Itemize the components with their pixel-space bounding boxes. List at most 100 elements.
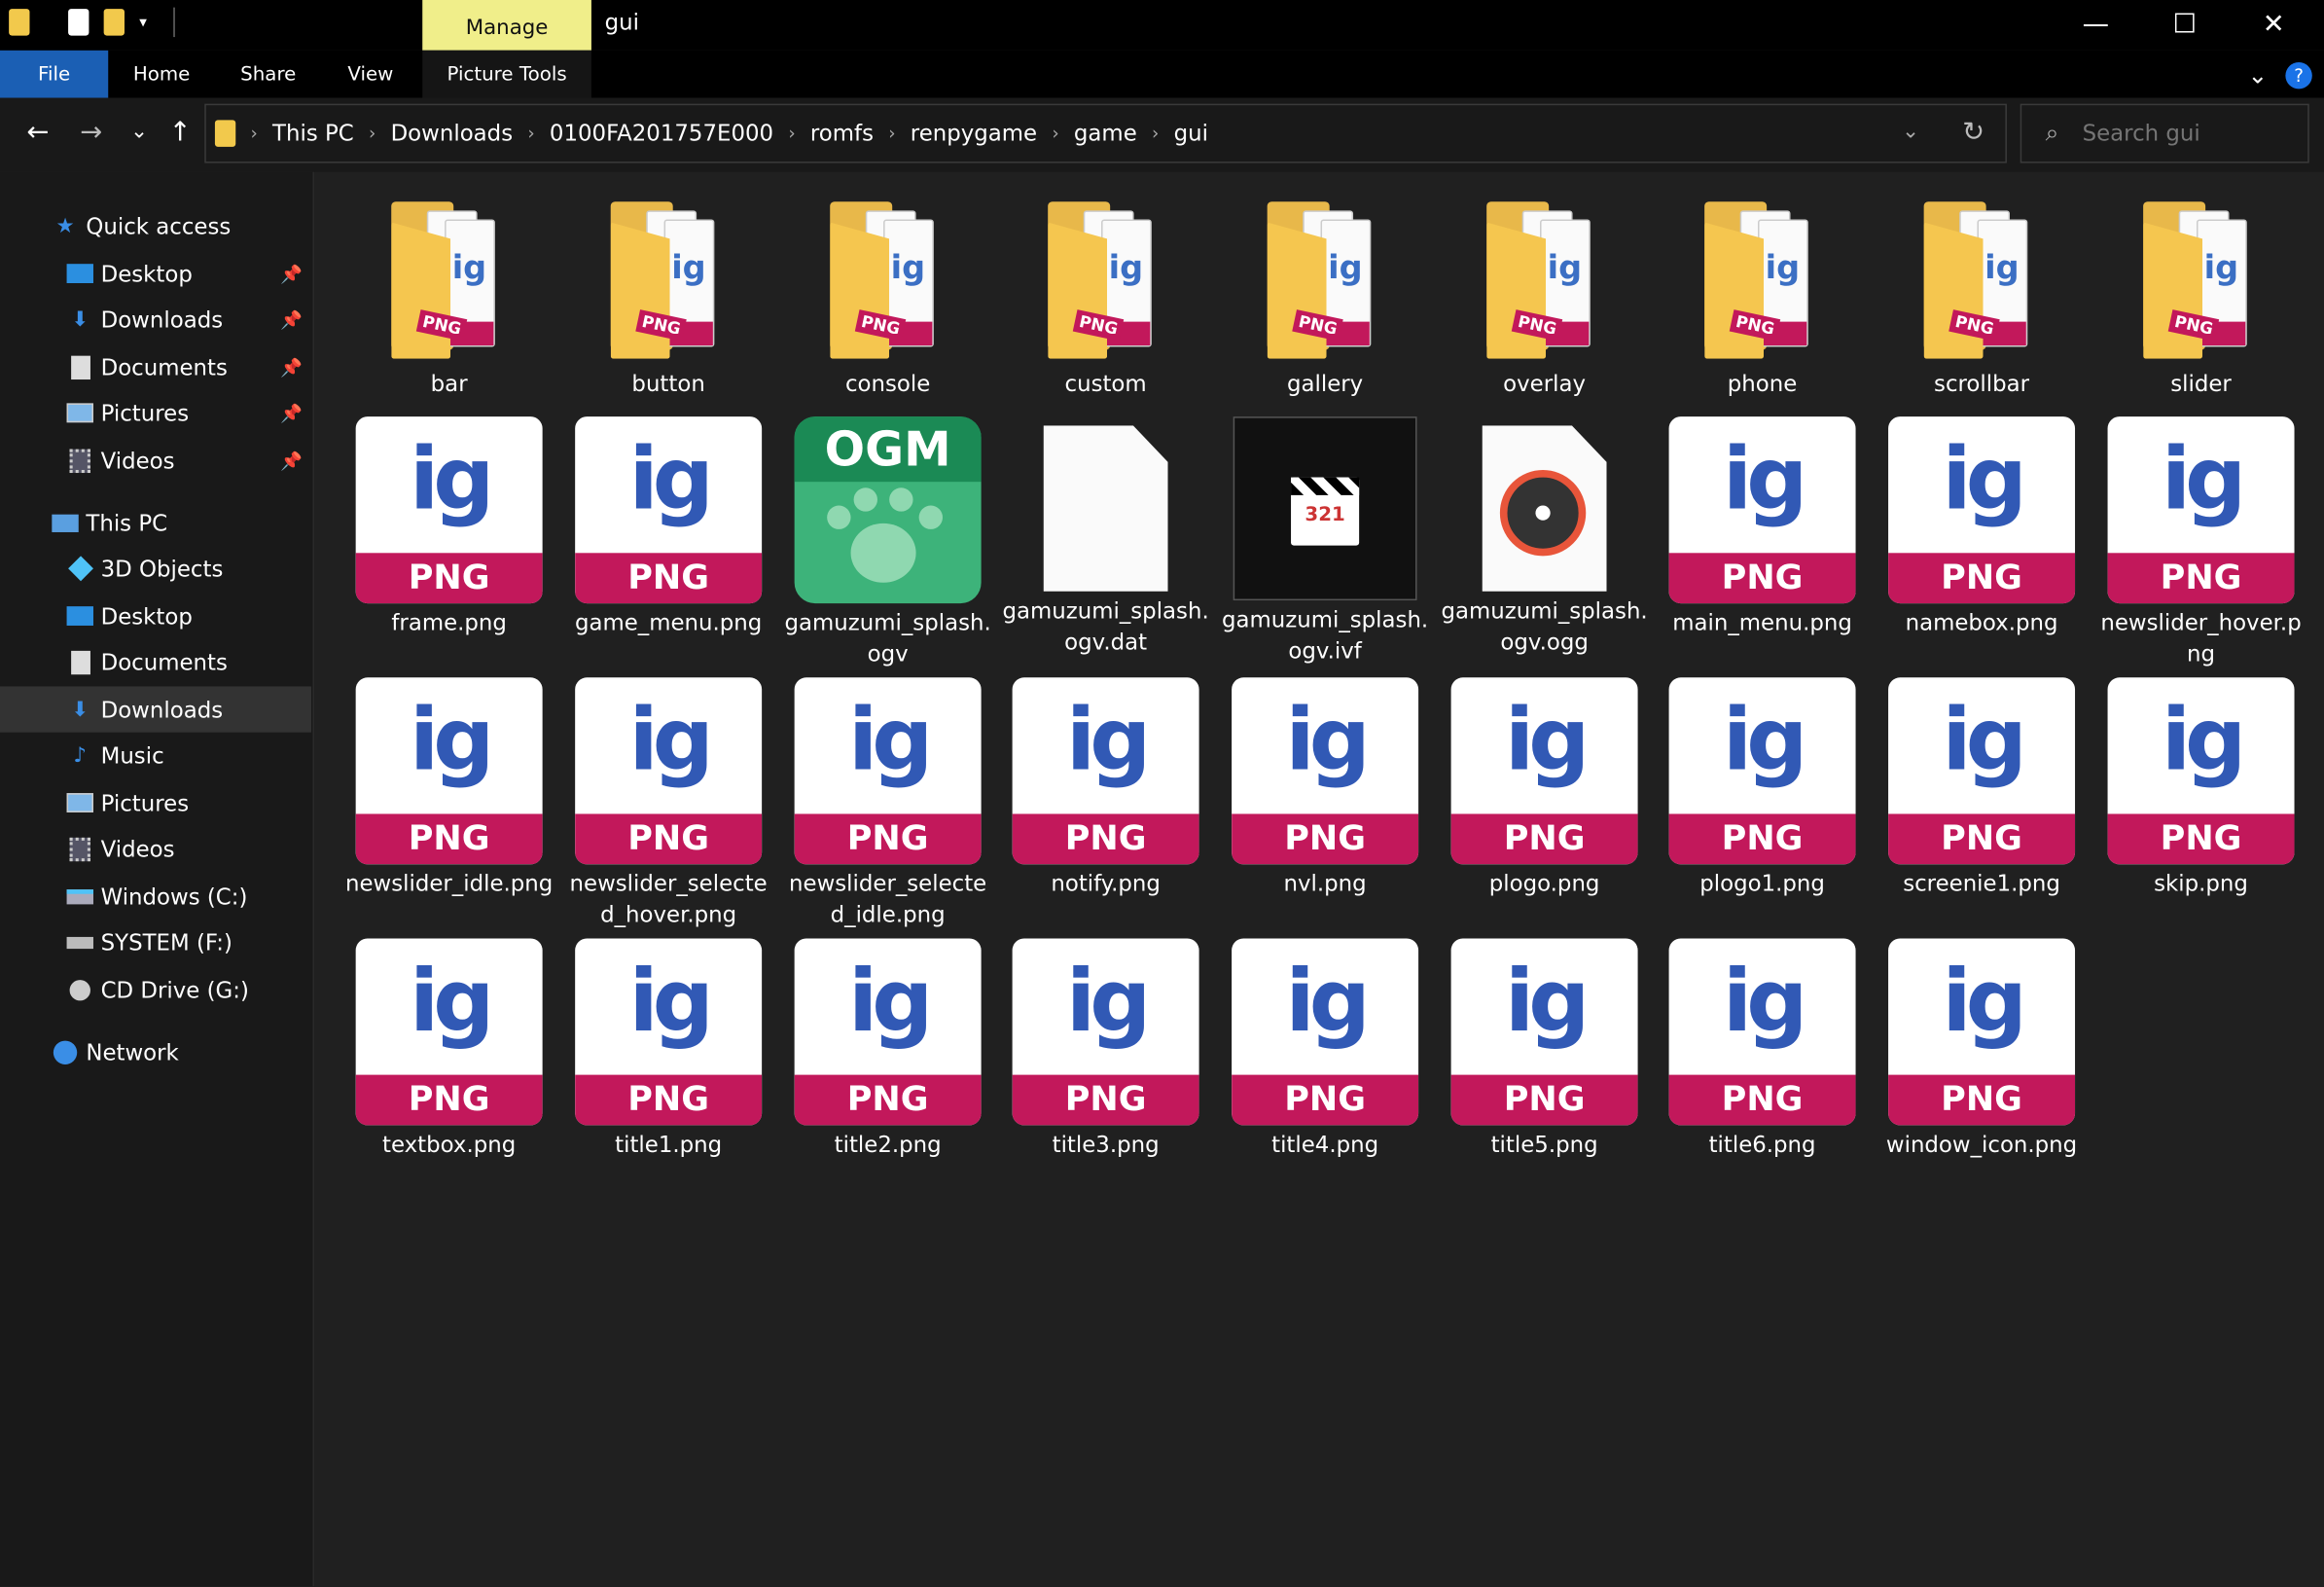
tab-home[interactable]: Home	[116, 51, 207, 98]
crumb-romfs[interactable]: romfs	[810, 120, 874, 146]
chevron-right-icon[interactable]: ›	[788, 123, 795, 143]
tab-share[interactable]: Share	[223, 51, 314, 98]
pin-icon[interactable]: 📌	[280, 403, 303, 423]
file-item[interactable]: ig PNG plogo.png	[1439, 677, 1649, 900]
folder-item[interactable]: igigPNG gallery	[1220, 198, 1430, 400]
file-item[interactable]: ig PNG newslider_idle.png	[343, 677, 554, 900]
chevron-right-icon[interactable]: ›	[369, 123, 375, 143]
forward-button[interactable]: →	[80, 117, 102, 148]
sidebar-item-pictures-pc[interactable]: Pictures	[0, 779, 311, 825]
chevron-right-icon[interactable]: ›	[250, 123, 257, 143]
sidebar-item-network[interactable]: Network	[0, 1028, 311, 1074]
file-item[interactable]: ig PNG title6.png	[1657, 938, 1867, 1161]
sidebar-item-videos-pc[interactable]: Videos	[0, 826, 311, 872]
properties-icon[interactable]	[68, 9, 89, 36]
chevron-right-icon[interactable]: ›	[1052, 123, 1058, 143]
file-item[interactable]: ig PNG newslider_hover.png	[2095, 416, 2306, 670]
file-item[interactable]: ig PNG frame.png	[343, 416, 554, 639]
sidebar-item-videos[interactable]: Videos 📌	[0, 437, 311, 483]
folder-item[interactable]: igigPNG overlay	[1439, 198, 1649, 400]
file-item[interactable]: ig PNG newslider_selected_hover.png	[563, 677, 773, 931]
file-name: scrollbar	[1934, 370, 2030, 398]
minimize-button[interactable]: —	[2052, 0, 2140, 48]
file-name: title2.png	[834, 1131, 942, 1158]
sidebar-item-drive-f[interactable]: SYSTEM (F:)	[0, 920, 311, 965]
file-item[interactable]: ig PNG title1.png	[563, 938, 773, 1161]
file-item[interactable]: ig PNG textbox.png	[343, 938, 554, 1161]
sidebar-item-label: Network	[86, 1038, 179, 1065]
sidebar-item-documents-pc[interactable]: Documents	[0, 639, 311, 685]
file-item[interactable]: gamuzumi_splash.ogv.dat	[1000, 416, 1210, 658]
pin-icon[interactable]: 📌	[280, 450, 303, 470]
new-folder-icon[interactable]	[103, 9, 125, 36]
file-item[interactable]: ig PNG newslider_selected_idle.png	[782, 677, 992, 931]
sidebar-item-music[interactable]: ♪ Music	[0, 733, 311, 778]
crumb-downloads[interactable]: Downloads	[391, 120, 514, 146]
close-button[interactable]: ✕	[2229, 0, 2317, 48]
crumb-this-pc[interactable]: This PC	[272, 120, 354, 146]
tab-view[interactable]: View	[326, 51, 414, 98]
sidebar-item-drive-c[interactable]: Windows (C:)	[0, 873, 311, 919]
folder-item[interactable]: igigPNG console	[782, 198, 992, 400]
file-item[interactable]: ig PNG window_icon.png	[1877, 938, 2087, 1161]
recent-locations-button[interactable]: ⌄	[130, 120, 148, 143]
chevron-right-icon[interactable]: ›	[527, 123, 534, 143]
file-item[interactable]: ig PNG namebox.png	[1877, 416, 2087, 639]
sidebar-item-desktop-pc[interactable]: Desktop	[0, 593, 311, 638]
folder-item[interactable]: igigPNG scrollbar	[1877, 198, 2087, 400]
folder-item[interactable]: igigPNG button	[563, 198, 773, 400]
pin-icon[interactable]: 📌	[280, 263, 303, 283]
refresh-icon[interactable]: ↻	[1962, 117, 1984, 148]
sidebar-item-documents[interactable]: Documents 📌	[0, 343, 311, 389]
file-item[interactable]: ig PNG nvl.png	[1220, 677, 1430, 900]
folder-icon[interactable]	[9, 9, 30, 36]
back-button[interactable]: ←	[26, 117, 49, 148]
tab-picture-tools[interactable]: Picture Tools	[422, 50, 591, 98]
crumb-gui[interactable]: gui	[1174, 120, 1208, 146]
sidebar-item-3d-objects[interactable]: 3D Objects	[0, 546, 311, 592]
file-item[interactable]: ig PNG title2.png	[782, 938, 992, 1161]
folder-item[interactable]: igigPNG slider	[2095, 198, 2306, 400]
chevron-right-icon[interactable]: ›	[1152, 123, 1159, 143]
manage-context-tab[interactable]: Manage	[422, 0, 591, 51]
help-icon[interactable]: ?	[2285, 61, 2312, 89]
chevron-down-icon[interactable]: ⌄	[1902, 120, 1919, 143]
file-item[interactable]: ig PNG title5.png	[1439, 938, 1649, 1161]
file-item[interactable]: gamuzumi_splash.ogv.ogg	[1439, 416, 1649, 658]
sidebar-item-pictures[interactable]: Pictures 📌	[0, 390, 311, 436]
pin-icon[interactable]: 📌	[280, 309, 303, 330]
search-box[interactable]: ⌕	[2020, 103, 2309, 163]
chevron-right-icon[interactable]: ›	[888, 123, 895, 143]
pin-icon[interactable]: 📌	[280, 356, 303, 377]
crumb-title-id[interactable]: 0100FA201757E000	[550, 120, 773, 146]
png-badge: PNG	[1450, 813, 1638, 865]
customize-toolbar-icon[interactable]: ▾	[139, 14, 147, 30]
file-item[interactable]: ig PNG notify.png	[1000, 677, 1210, 900]
crumb-game[interactable]: game	[1074, 120, 1137, 146]
file-item[interactable]: ig PNG plogo1.png	[1657, 677, 1867, 900]
file-item[interactable]: OGM gamuzumi_splash.ogv	[782, 416, 992, 670]
sidebar-item-desktop[interactable]: Desktop 📌	[0, 250, 311, 296]
maximize-button[interactable]: ☐	[2140, 0, 2229, 48]
file-item[interactable]: 321 gamuzumi_splash.ogv.ivf	[1220, 416, 1430, 667]
file-item[interactable]: ig PNG title3.png	[1000, 938, 1210, 1161]
tab-file[interactable]: File	[0, 50, 109, 98]
expand-ribbon-icon[interactable]: ⌄	[2248, 60, 2268, 89]
search-input[interactable]	[2082, 120, 2275, 147]
address-bar[interactable]: › This PC › Downloads › 0100FA201757E000…	[204, 103, 2007, 163]
sidebar-item-downloads[interactable]: ⬇ Downloads 📌	[0, 297, 311, 343]
file-item[interactable]: ig PNG title4.png	[1220, 938, 1430, 1161]
folder-item[interactable]: igigPNG phone	[1657, 198, 1867, 400]
crumb-renpygame[interactable]: renpygame	[911, 120, 1037, 146]
file-item[interactable]: ig PNG screenie1.png	[1877, 677, 2087, 900]
file-item[interactable]: ig PNG main_menu.png	[1657, 416, 1867, 639]
folder-item[interactable]: igigPNG bar	[343, 198, 554, 400]
sidebar-item-this-pc[interactable]: This PC	[0, 499, 311, 545]
up-button[interactable]: ↑	[169, 117, 192, 148]
sidebar-item-downloads-pc[interactable]: ⬇ Downloads	[0, 686, 311, 733]
file-item[interactable]: ig PNG skip.png	[2095, 677, 2306, 900]
folder-item[interactable]: igigPNG custom	[1000, 198, 1210, 400]
sidebar-item-quick-access[interactable]: ★ Quick access	[0, 203, 311, 249]
file-item[interactable]: ig PNG game_menu.png	[563, 416, 773, 639]
sidebar-item-drive-g[interactable]: CD Drive (G:)	[0, 966, 311, 1012]
